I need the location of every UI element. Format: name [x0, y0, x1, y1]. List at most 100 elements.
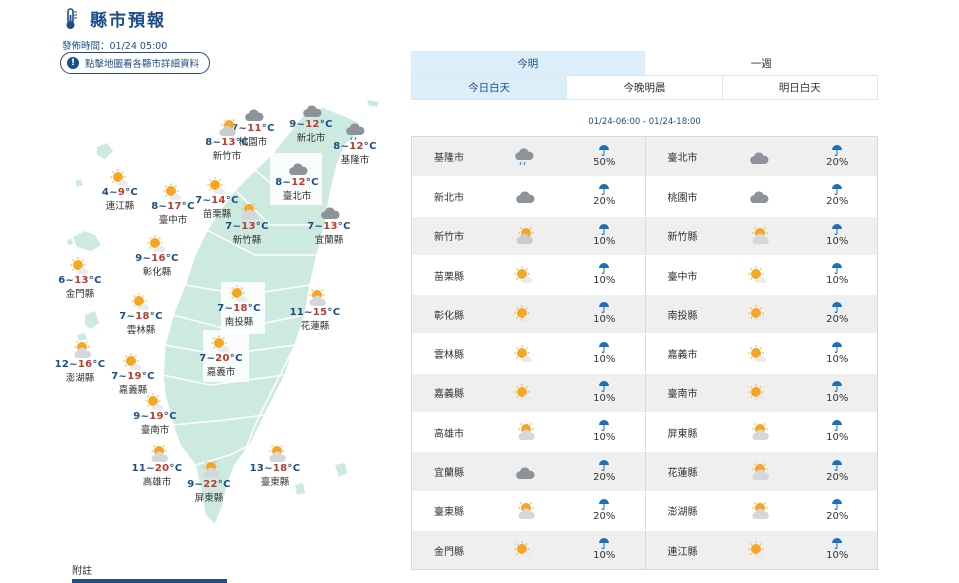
map-city-taitung[interactable]: 13~18°C 臺東縣 — [245, 443, 305, 488]
map-city-penghu[interactable]: 12~16°C 澎湖縣 — [50, 339, 110, 384]
partly-cloudy-icon — [146, 443, 168, 463]
partly-cloudy-icon — [198, 459, 220, 479]
forecast-cell[interactable]: 南投縣 20% — [644, 295, 877, 334]
rain-value: 20% — [593, 471, 616, 483]
secondary-tabs: 今日白天 今晚明晨 明日白天 — [411, 75, 878, 100]
partly-cloudy-icon — [718, 226, 798, 245]
map-city-yilan[interactable]: 7~13°C 宜蘭縣 — [299, 203, 359, 246]
forecast-cell[interactable]: 花蓮縣 20% — [644, 452, 877, 491]
temp-unit: °C — [217, 479, 231, 490]
forecast-cell[interactable]: 新竹市 10% — [412, 216, 645, 255]
temp-unit: °C — [261, 123, 275, 134]
forecast-cell[interactable]: 金門縣 10% — [412, 530, 645, 570]
forecast-cell[interactable]: 澎湖縣 20% — [644, 491, 878, 530]
map-city-nantou[interactable]: 7~18°C 南投縣 — [209, 285, 269, 328]
forecast-cell[interactable]: 高雄市 10% — [412, 413, 645, 451]
partly-sunny-icon — [216, 117, 238, 137]
temp-unit: °C — [181, 201, 195, 212]
temp-high: 18 — [135, 311, 150, 322]
city-name: 宜蘭縣 — [314, 235, 344, 246]
map-city-hualien[interactable]: 11~15°C 花蓮縣 — [285, 287, 345, 332]
temp-low: 11 — [289, 307, 305, 318]
tab-tonight[interactable]: 今晚明晨 — [566, 76, 721, 99]
forecast-cell[interactable]: 嘉義縣 10% — [412, 373, 645, 413]
map-city-taichung[interactable]: 8~17°C 臺中市 — [143, 183, 203, 226]
table-row: 新北市 20% 桃園市 20% — [412, 176, 878, 216]
partly-cloudy-icon — [718, 501, 798, 520]
rain-value: 10% — [593, 353, 616, 365]
taiwan-map[interactable]: 8~12°C 基隆市 9~12°C 新北市 8~12°C 臺北市 7~11°C 桃園市 8~13… — [55, 85, 395, 535]
forecast-cell[interactable]: 彰化縣 10% — [412, 295, 645, 334]
forecast-cell[interactable]: 臺中市 10% — [644, 255, 878, 295]
map-city-hsinchucity[interactable]: 8~13°C 新竹市 — [197, 117, 257, 162]
map-hint-button[interactable]: ! 點擊地圖看各縣市詳細資料 — [60, 52, 211, 74]
umbrella-icon — [564, 459, 645, 471]
city-name: 新竹市 — [212, 151, 242, 162]
rain-chance: 10% — [564, 538, 645, 562]
cell-city-name: 嘉義市 — [667, 350, 698, 362]
forecast-cell[interactable]: 雲林縣 10% — [412, 334, 645, 372]
temp-high: 20 — [215, 353, 230, 364]
cell-city-name: 新竹市 — [434, 232, 464, 244]
map-city-tainan[interactable]: 9~19°C 臺南市 — [125, 393, 185, 436]
temp-high: 12 — [349, 141, 364, 152]
map-city-kinmen[interactable]: 6~13°C 金門縣 — [50, 257, 110, 300]
city-name: 高雄市 — [142, 477, 172, 488]
umbrella-icon — [798, 223, 878, 235]
tab-week[interactable]: 一週 — [645, 51, 879, 75]
forecast-cell[interactable]: 屏東縣 10% — [644, 413, 878, 452]
cell-city-name: 桃園市 — [667, 192, 698, 204]
city-name: 彰化縣 — [142, 267, 172, 278]
rain-value: 20% — [826, 196, 849, 208]
map-city-lienchiang[interactable]: 4~9°C 連江縣 — [90, 169, 150, 212]
forecast-cell[interactable]: 宜蘭縣 20% — [412, 452, 645, 491]
forecast-cell[interactable]: 新北市 20% — [412, 177, 645, 215]
city-temp: 7~13°C — [225, 221, 269, 232]
forecast-cell[interactable]: 臺東縣 20% — [412, 492, 645, 530]
forecast-cell[interactable]: 新竹縣 10% — [644, 216, 878, 255]
rain-chance: 10% — [564, 263, 645, 287]
tab-tomorrow-day[interactable]: 明日白天 — [721, 76, 877, 99]
forecast-cell[interactable]: 桃園市 20% — [644, 177, 878, 216]
forecast-cell[interactable]: 基隆市 50% — [412, 137, 645, 177]
cell-city-name: 新北市 — [434, 192, 464, 204]
forecast-cell[interactable]: 連江縣 10% — [644, 530, 877, 570]
forecast-cell[interactable]: 臺南市 10% — [644, 373, 877, 413]
temp-unit: °C — [225, 195, 239, 206]
temp-low: 7 — [119, 311, 127, 322]
tab-today-day[interactable]: 今日白天 — [412, 76, 567, 99]
forecast-cell[interactable]: 嘉義市 10% — [644, 334, 878, 373]
temp-unit: °C — [235, 137, 249, 148]
map-city-kaohsiung[interactable]: 11~20°C 高雄市 — [127, 443, 187, 488]
map-city-taipei[interactable]: 8~12°C 臺北市 — [267, 159, 327, 202]
rain-chance: 10% — [798, 223, 878, 248]
cloudy-icon — [484, 187, 564, 205]
sunny-icon — [210, 335, 232, 353]
forecast-cell[interactable]: 臺北市 20% — [644, 137, 878, 177]
temp-unit: °C — [305, 177, 319, 188]
map-city-chiayicounty[interactable]: 7~19°C 嘉義縣 — [103, 353, 163, 396]
map-city-pingtung[interactable]: 9~22°C 屏東縣 — [179, 459, 239, 504]
cell-city-name: 連江縣 — [667, 546, 698, 558]
map-city-chiayicity[interactable]: 7~20°C 嘉義市 — [191, 335, 251, 378]
forecast-cell[interactable]: 苗栗縣 10% — [412, 256, 645, 294]
temp-low: 9 — [133, 411, 141, 422]
map-city-newtaipei[interactable]: 9~12°C 新北市 — [281, 101, 341, 144]
sunny-icon — [130, 293, 152, 311]
city-temp: 7~18°C — [217, 303, 261, 314]
rain-value: 20% — [826, 471, 849, 483]
rain-value: 10% — [593, 550, 616, 562]
umbrella-icon — [564, 341, 645, 353]
sunny-icon — [484, 384, 564, 402]
umbrella-icon — [798, 144, 878, 156]
temp-unit: °C — [125, 187, 139, 198]
map-city-yunlin[interactable]: 7~18°C 雲林縣 — [111, 293, 171, 336]
cell-city-name: 臺北市 — [667, 153, 698, 165]
tab-today-tomorrow[interactable]: 今明 — [411, 51, 645, 75]
temp-high: 17 — [167, 201, 182, 212]
umbrella-icon — [564, 144, 645, 156]
sunny-icon — [718, 384, 798, 402]
cell-city-name: 苗栗縣 — [434, 271, 464, 283]
sunny-icon — [69, 257, 91, 275]
map-city-changhua[interactable]: 9~16°C 彰化縣 — [127, 235, 187, 278]
